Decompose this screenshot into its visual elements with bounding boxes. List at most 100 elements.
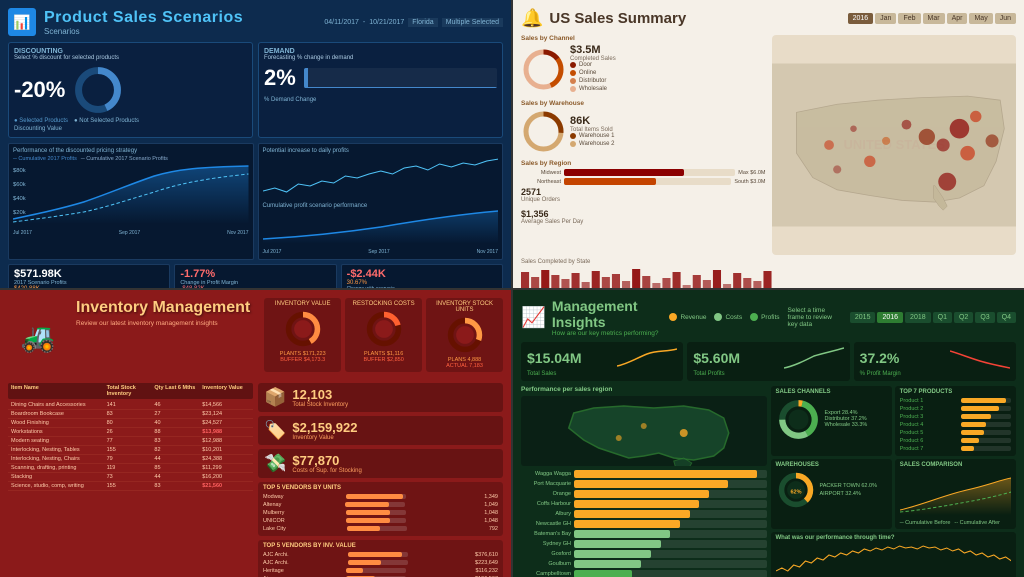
vendor-row: Altenay 1,049 bbox=[263, 501, 498, 509]
q4-tab-q3[interactable]: Q3 bbox=[975, 312, 994, 323]
q3-inv-value: $2,159,922 bbox=[292, 420, 357, 435]
q4-sales-channels: SALES CHANNELS Export 28.4% bbox=[771, 386, 892, 456]
not-selected-label: Not Selected Products bbox=[79, 118, 139, 124]
vendor-row: AJC Archi. $376,610 bbox=[263, 551, 498, 559]
q1-title: Product Sales Scenarios bbox=[44, 9, 243, 27]
q4-tab-2016[interactable]: 2016 bbox=[877, 312, 903, 323]
bar-row: Orange bbox=[521, 490, 767, 498]
table-row: Wood Finishing 80 40 $24,527 bbox=[8, 419, 253, 428]
q4-profits-sparkline bbox=[784, 346, 844, 371]
channel-legend: Door Online Distributor Wholesale bbox=[570, 62, 616, 92]
q3-th-sold: Qty Last 6 Mths bbox=[154, 385, 202, 397]
sales-by-state-section: Sales Completed by State bbox=[521, 259, 1016, 288]
product-select[interactable]: Multiple Selected bbox=[442, 18, 503, 27]
q2-tab-jan[interactable]: Jan bbox=[875, 13, 896, 24]
q4-total-profits-label: Total Profits bbox=[693, 371, 843, 377]
q2-tab-mar[interactable]: Mar bbox=[923, 13, 945, 24]
warehouse-donut bbox=[521, 109, 566, 154]
svg-text:$40k: $40k bbox=[13, 196, 26, 201]
product-row: Product 1 bbox=[900, 397, 1011, 405]
state-value[interactable]: Florida bbox=[408, 18, 437, 27]
q3-kpi-2: RESTOCKING COSTS PLANTS $1,116 BUFFER $2… bbox=[345, 298, 422, 372]
q2-tab-feb[interactable]: Feb bbox=[898, 13, 920, 24]
metric2-value: -1.77% bbox=[180, 268, 330, 280]
q3-th-name: Item Name bbox=[11, 385, 107, 397]
avg-sales-label: Average Sales Per Day bbox=[521, 219, 766, 225]
q4-tabs: 2015 2016 2018 Q1 Q2 Q3 Q4 bbox=[850, 312, 1016, 323]
q4-tab-2015[interactable]: 2015 bbox=[850, 312, 876, 323]
q3-table-rows: Dining Chairs and Accessories 141 46 $14… bbox=[8, 401, 253, 491]
chart1-box: Performance of the discounted pricing st… bbox=[8, 143, 254, 260]
q3-kpi-1: INVENTORY VALUE PLANTS $171,223 BUFFER $… bbox=[264, 298, 341, 372]
avg-sales-value: $1,356 bbox=[521, 209, 766, 219]
q4-region-bars: Wagga Wagga Port Macquarie Orange Coffs … bbox=[521, 470, 767, 577]
us-map-svg: UNITED STATES bbox=[772, 35, 1017, 255]
product-row: Product 5 bbox=[900, 429, 1011, 437]
q3-table: Item Name Total Stock Inventory Qty Last… bbox=[8, 383, 253, 577]
q4-tab-q2[interactable]: Q2 bbox=[954, 312, 973, 323]
australia-map bbox=[521, 396, 767, 466]
bar-row: Gosford bbox=[521, 550, 767, 558]
chart2-title: Potential increase to daily profits bbox=[263, 148, 499, 154]
product-row: Product 4 bbox=[900, 421, 1011, 429]
q3-header: 🚜 Inventory Management Review our latest… bbox=[8, 298, 503, 377]
metric1-value: $571.98K bbox=[14, 268, 164, 280]
average-sales: $1,356 Average Sales Per Day bbox=[521, 209, 766, 225]
product-sales-quadrant: 📊 Product Sales Scenarios Scenarios 04/1… bbox=[0, 0, 511, 288]
demand-label: DEMAND bbox=[264, 48, 497, 55]
q2-tab-apr[interactable]: Apr bbox=[947, 13, 968, 24]
q4-main-content: Performance per sales region bbox=[521, 386, 1016, 577]
q2-header: 🔔 US Sales Summary 2016 Jan Feb Mar Apr … bbox=[521, 8, 1016, 29]
q4-tab-2018[interactable]: 2018 bbox=[905, 312, 931, 323]
q3-kpi3-donut bbox=[429, 315, 500, 355]
vendor-row: AJC Archi. $223,649 bbox=[263, 559, 498, 567]
q3-total-stock-value: 12,103 bbox=[292, 387, 348, 402]
product-sales-icon: 📊 bbox=[8, 8, 36, 36]
q4-warehouses-donut: 62% bbox=[776, 470, 816, 510]
q3-stock-icon: 📦 bbox=[264, 387, 286, 408]
product-row: Product 3 bbox=[900, 413, 1011, 421]
q3-table-header: Item Name Total Stock Inventory Qty Last… bbox=[8, 383, 253, 399]
warehouse-label: Sales by Warehouse bbox=[521, 100, 766, 107]
vendor-row: Modway 1,349 bbox=[263, 493, 498, 501]
q2-tab-jun[interactable]: Jun bbox=[995, 13, 1016, 24]
q4-tab-q1[interactable]: Q1 bbox=[933, 312, 952, 323]
channel-stat-value: $3.5M bbox=[570, 44, 616, 56]
chart1-legend1: ─ Cumulative 2017 Profits bbox=[13, 156, 77, 162]
q3-stocking-stat: 💸 $77,870 Costs of Sup. for Stocking bbox=[258, 449, 503, 478]
q4-total-sales-label: Total Sales bbox=[527, 371, 677, 377]
q2-tabs: 2016 Jan Feb Mar Apr May Jun bbox=[848, 13, 1016, 24]
discounting-label: DISCOUNTING bbox=[14, 48, 247, 55]
warehouse-donut-row: 86K Total Items Sold Warehouse 1 Warehou… bbox=[521, 109, 766, 154]
q2-tab-may[interactable]: May bbox=[969, 13, 992, 24]
legend-profits: Profits bbox=[750, 313, 779, 321]
q3-right-panel: 📦 12,103 Total Stock Inventory 🏷️ $2,159… bbox=[258, 383, 503, 577]
q3-subtitle: Review our latest inventory management i… bbox=[76, 319, 250, 328]
q4-tab-q4[interactable]: Q4 bbox=[997, 312, 1016, 323]
q4-chart-icon: 📈 bbox=[521, 305, 546, 330]
q2-tab-2016[interactable]: 2016 bbox=[848, 13, 874, 24]
q4-region-title: Performance per sales region bbox=[521, 386, 767, 393]
q4-performance-sparkline bbox=[776, 543, 1012, 577]
q4-total-profits-metric: $5.60M Total Profits bbox=[687, 342, 849, 381]
q3-vendors-by-units: TOP 5 VENDORS BY UNITS Modway 1,349 Alte… bbox=[258, 482, 503, 536]
comparison-legend-after: -- Cumulative After bbox=[954, 520, 1000, 526]
channel-stat-label: Completed Sales bbox=[570, 56, 616, 62]
legend-revenue: Revenue bbox=[669, 313, 706, 321]
unique-orders-label: Unique Orders bbox=[521, 197, 766, 203]
q4-top-metrics: $15.04M Total Sales $5.60M Total Profits bbox=[521, 342, 1016, 381]
table-row: Interlocking, Nesting, Chairs 79 44 $24,… bbox=[8, 455, 253, 464]
q3-kpi2-title: RESTOCKING COSTS bbox=[348, 301, 419, 307]
q2-content: Sales by Channel $3.5M Completed Sales bbox=[521, 35, 1016, 255]
table-row: Interlocking, Nesting, Tables 155 82 $10… bbox=[8, 446, 253, 455]
q3-stocking-label: Costs of Sup. for Stocking bbox=[292, 468, 361, 474]
table-row: Workstations 26 88 $13,988 bbox=[8, 428, 253, 437]
table-row: Stacking 73 44 $16,200 bbox=[8, 473, 253, 482]
q3-kpi-3: INVENTORY STOCK UNITS PLANS 4,888 ACTUAL… bbox=[426, 298, 503, 372]
q4-warehouses: WAREHOUSES 62% PACKER TOWN 62.0% AIRPORT… bbox=[771, 459, 892, 529]
management-insights-quadrant: 📈 Management Insights How are our key me… bbox=[513, 290, 1024, 577]
bar-row: Newcastle GH bbox=[521, 520, 767, 528]
q3-kpi2-label2: BUFFER $2,850 bbox=[348, 357, 419, 363]
q4-profit-margin-value: 37.2% bbox=[860, 350, 900, 366]
channel-label: Sales by Channel bbox=[521, 35, 766, 42]
